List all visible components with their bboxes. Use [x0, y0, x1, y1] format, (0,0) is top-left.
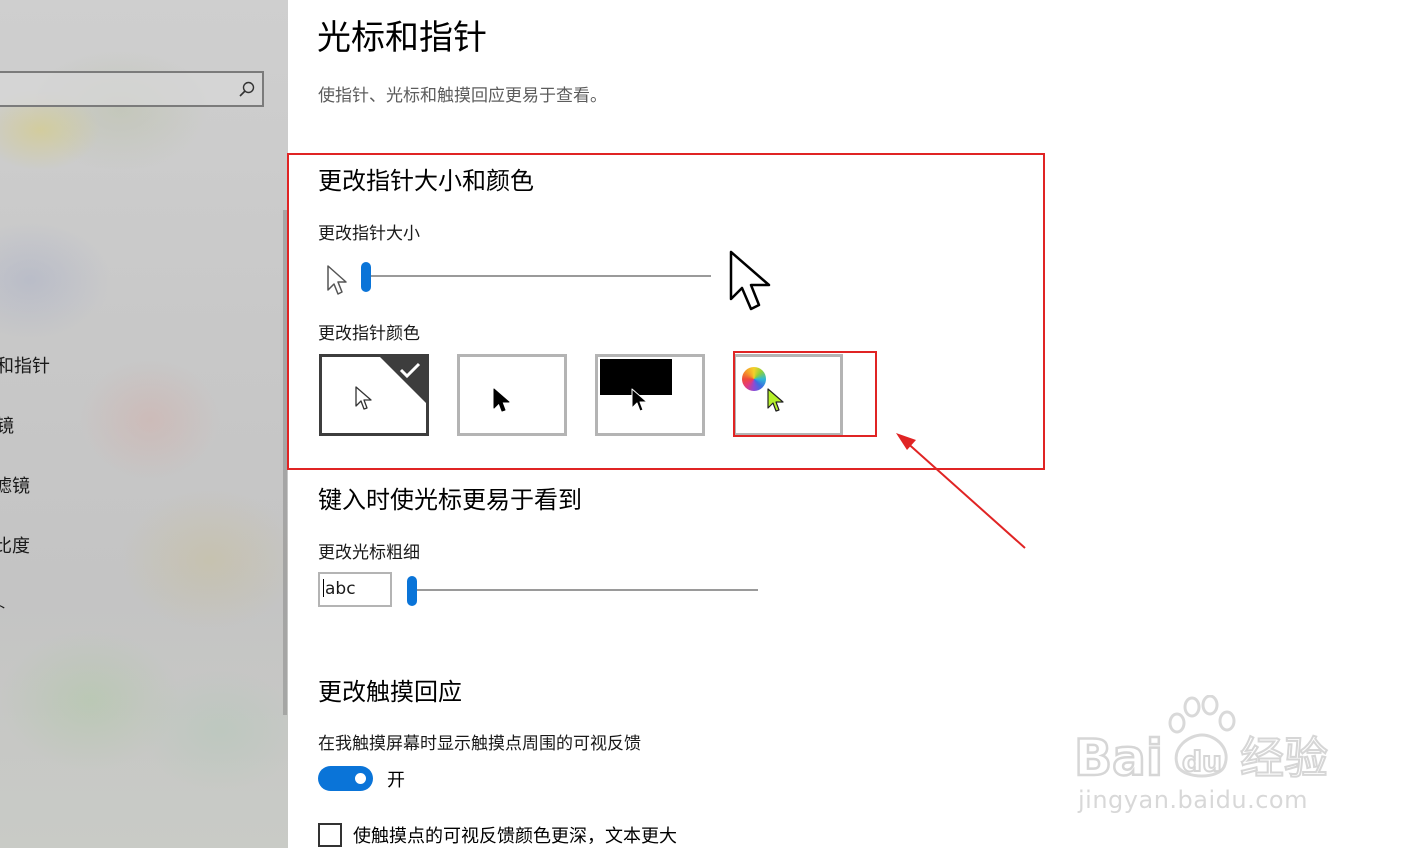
- cursor-thickness-preview: abc: [318, 572, 392, 607]
- cursor-thickness-slider-thumb[interactable]: [407, 576, 417, 606]
- svg-text:经验: 经验: [1240, 733, 1328, 784]
- sidebar-item-magnifier[interactable]: 镜: [0, 412, 14, 438]
- touch-feedback-label: 在我触摸屏幕时显示触摸点周围的可视反馈: [318, 734, 641, 754]
- sidebar-item-cursor-pointer[interactable]: 和指针: [0, 352, 50, 378]
- svg-text:du: du: [1182, 745, 1222, 778]
- touch-feedback-toggle[interactable]: [318, 766, 373, 791]
- watermark-url: jingyan.baidu.com: [1078, 786, 1308, 814]
- sidebar-item-high-contrast[interactable]: 比度: [0, 532, 30, 558]
- annotation-arrow-icon: [896, 433, 1026, 549]
- svg-text:Bai: Bai: [1074, 729, 1163, 787]
- cursor-section-title: 键入时使光标更易于看到: [318, 486, 582, 514]
- sidebar-item-partial[interactable]: 卜: [0, 597, 6, 617]
- page-title: 光标和指针: [317, 18, 487, 58]
- annotation-box-custom: [733, 351, 877, 437]
- toggle-knob: [355, 773, 366, 784]
- toggle-state-text: 开: [387, 770, 405, 791]
- sidebar-item-color-filters[interactable]: 滤镜: [0, 472, 30, 498]
- darker-feedback-checkbox[interactable]: [318, 823, 342, 847]
- preview-text: abc: [325, 579, 356, 599]
- text-caret: [323, 579, 324, 597]
- cursor-thickness-slider-track[interactable]: [410, 589, 758, 591]
- search-box[interactable]: [0, 71, 264, 107]
- baidu-watermark-logo: Bai du 经验: [1073, 695, 1329, 787]
- sidebar: 和指针 镜 滤镜 比度 卜: [0, 0, 288, 848]
- search-icon[interactable]: [238, 80, 256, 98]
- cursor-thickness-label: 更改光标粗细: [318, 543, 420, 563]
- darker-feedback-label: 使触摸点的可视反馈颜色更深，文本更大: [353, 826, 677, 847]
- touch-section-title: 更改触摸回应: [318, 678, 462, 706]
- page-description: 使指针、光标和触摸回应更易于查看。: [318, 86, 607, 106]
- search-input[interactable]: [0, 73, 244, 105]
